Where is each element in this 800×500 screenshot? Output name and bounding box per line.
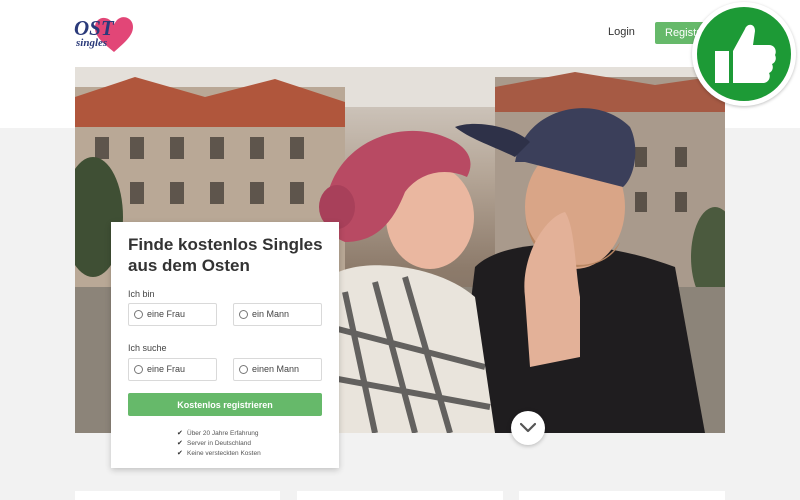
looking-for-label: Ich suche — [128, 343, 167, 353]
radio-button[interactable] — [134, 365, 143, 374]
site-logo[interactable]: OST singles — [74, 12, 138, 54]
i-am-woman-option[interactable]: eine Frau — [128, 303, 217, 326]
checkmark-icon: ✔ — [177, 440, 183, 447]
feature-text: Server in Deutschland — [187, 439, 251, 447]
thumbs-up-badge — [692, 2, 796, 106]
option-label: eine Frau — [147, 309, 186, 319]
signup-title: Finde kostenlos Singles aus dem Osten — [128, 235, 323, 275]
register-free-button[interactable]: Kostenlos registrieren — [128, 393, 322, 416]
feature-item: ✔ Server in Deutschland — [177, 438, 261, 448]
content-tile — [297, 491, 503, 500]
option-label: ein Mann — [252, 309, 290, 319]
radio-button[interactable] — [134, 310, 143, 319]
thumbs-up-icon — [715, 24, 776, 83]
feature-item: ✔ Über 20 Jahre Erfahrung — [177, 428, 261, 438]
login-link[interactable]: Login — [608, 26, 635, 38]
looking-for-man-option[interactable]: einen Mann — [233, 358, 322, 381]
feature-text: Über 20 Jahre Erfahrung — [187, 429, 259, 437]
feature-text: Keine versteckten Kosten — [187, 449, 261, 457]
i-am-label: Ich bin — [128, 289, 155, 299]
content-tile — [519, 491, 725, 500]
feature-list: ✔ Über 20 Jahre Erfahrung ✔ Server in De… — [177, 428, 261, 458]
looking-for-woman-option[interactable]: eine Frau — [128, 358, 217, 381]
scroll-down-button[interactable] — [511, 411, 545, 445]
signup-card: Finde kostenlos Singles aus dem Osten Ic… — [111, 222, 339, 468]
checkmark-icon: ✔ — [177, 430, 183, 437]
option-label: eine Frau — [147, 364, 186, 374]
option-label: einen Mann — [252, 364, 300, 374]
content-tile — [75, 491, 280, 500]
radio-button[interactable] — [239, 365, 248, 374]
radio-button[interactable] — [239, 310, 248, 319]
logo-subtext: singles — [76, 37, 108, 49]
chevron-down-icon — [520, 422, 536, 433]
feature-item: ✔ Keine versteckten Kosten — [177, 448, 261, 458]
i-am-man-option[interactable]: ein Mann — [233, 303, 322, 326]
checkmark-icon: ✔ — [177, 450, 183, 457]
